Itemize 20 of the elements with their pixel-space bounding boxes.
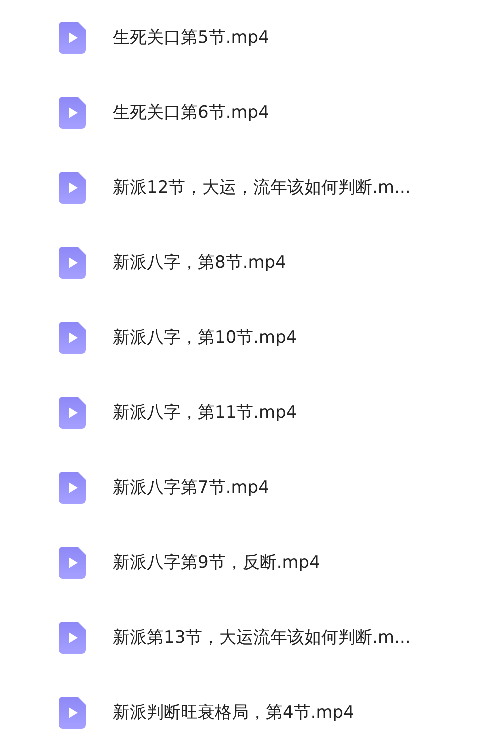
file-name[interactable]: 新派12节，大运，流年该如何判断.m... xyxy=(113,176,411,199)
file-name[interactable]: 新派八字，第8节.mp4 xyxy=(113,251,286,274)
video-file-icon xyxy=(59,96,86,128)
video-file-icon xyxy=(59,172,86,204)
file-name[interactable]: 新派八字第7节.mp4 xyxy=(113,476,270,499)
file-name[interactable]: 新派第13节，大运流年该如何判断.m... xyxy=(113,626,411,649)
video-file-icon xyxy=(59,322,86,354)
file-name[interactable]: 新派判断旺衰格局，第4节.mp4 xyxy=(113,701,354,724)
file-name[interactable]: 生死关口第6节.mp4 xyxy=(113,101,270,124)
video-file-icon xyxy=(59,622,86,654)
video-file-icon xyxy=(59,22,86,54)
video-file-icon xyxy=(59,396,86,428)
video-file-icon xyxy=(59,696,86,728)
file-name[interactable]: 新派八字第9节，反断.mp4 xyxy=(113,551,320,574)
file-name[interactable]: 生死关口第5节.mp4 xyxy=(113,26,270,49)
file-name[interactable]: 新派八字，第11节.mp4 xyxy=(113,401,298,424)
file-name[interactable]: 新派八字，第10节.mp4 xyxy=(113,326,298,349)
video-file-icon xyxy=(59,246,86,278)
video-file-icon xyxy=(59,546,86,578)
video-file-icon xyxy=(59,472,86,504)
